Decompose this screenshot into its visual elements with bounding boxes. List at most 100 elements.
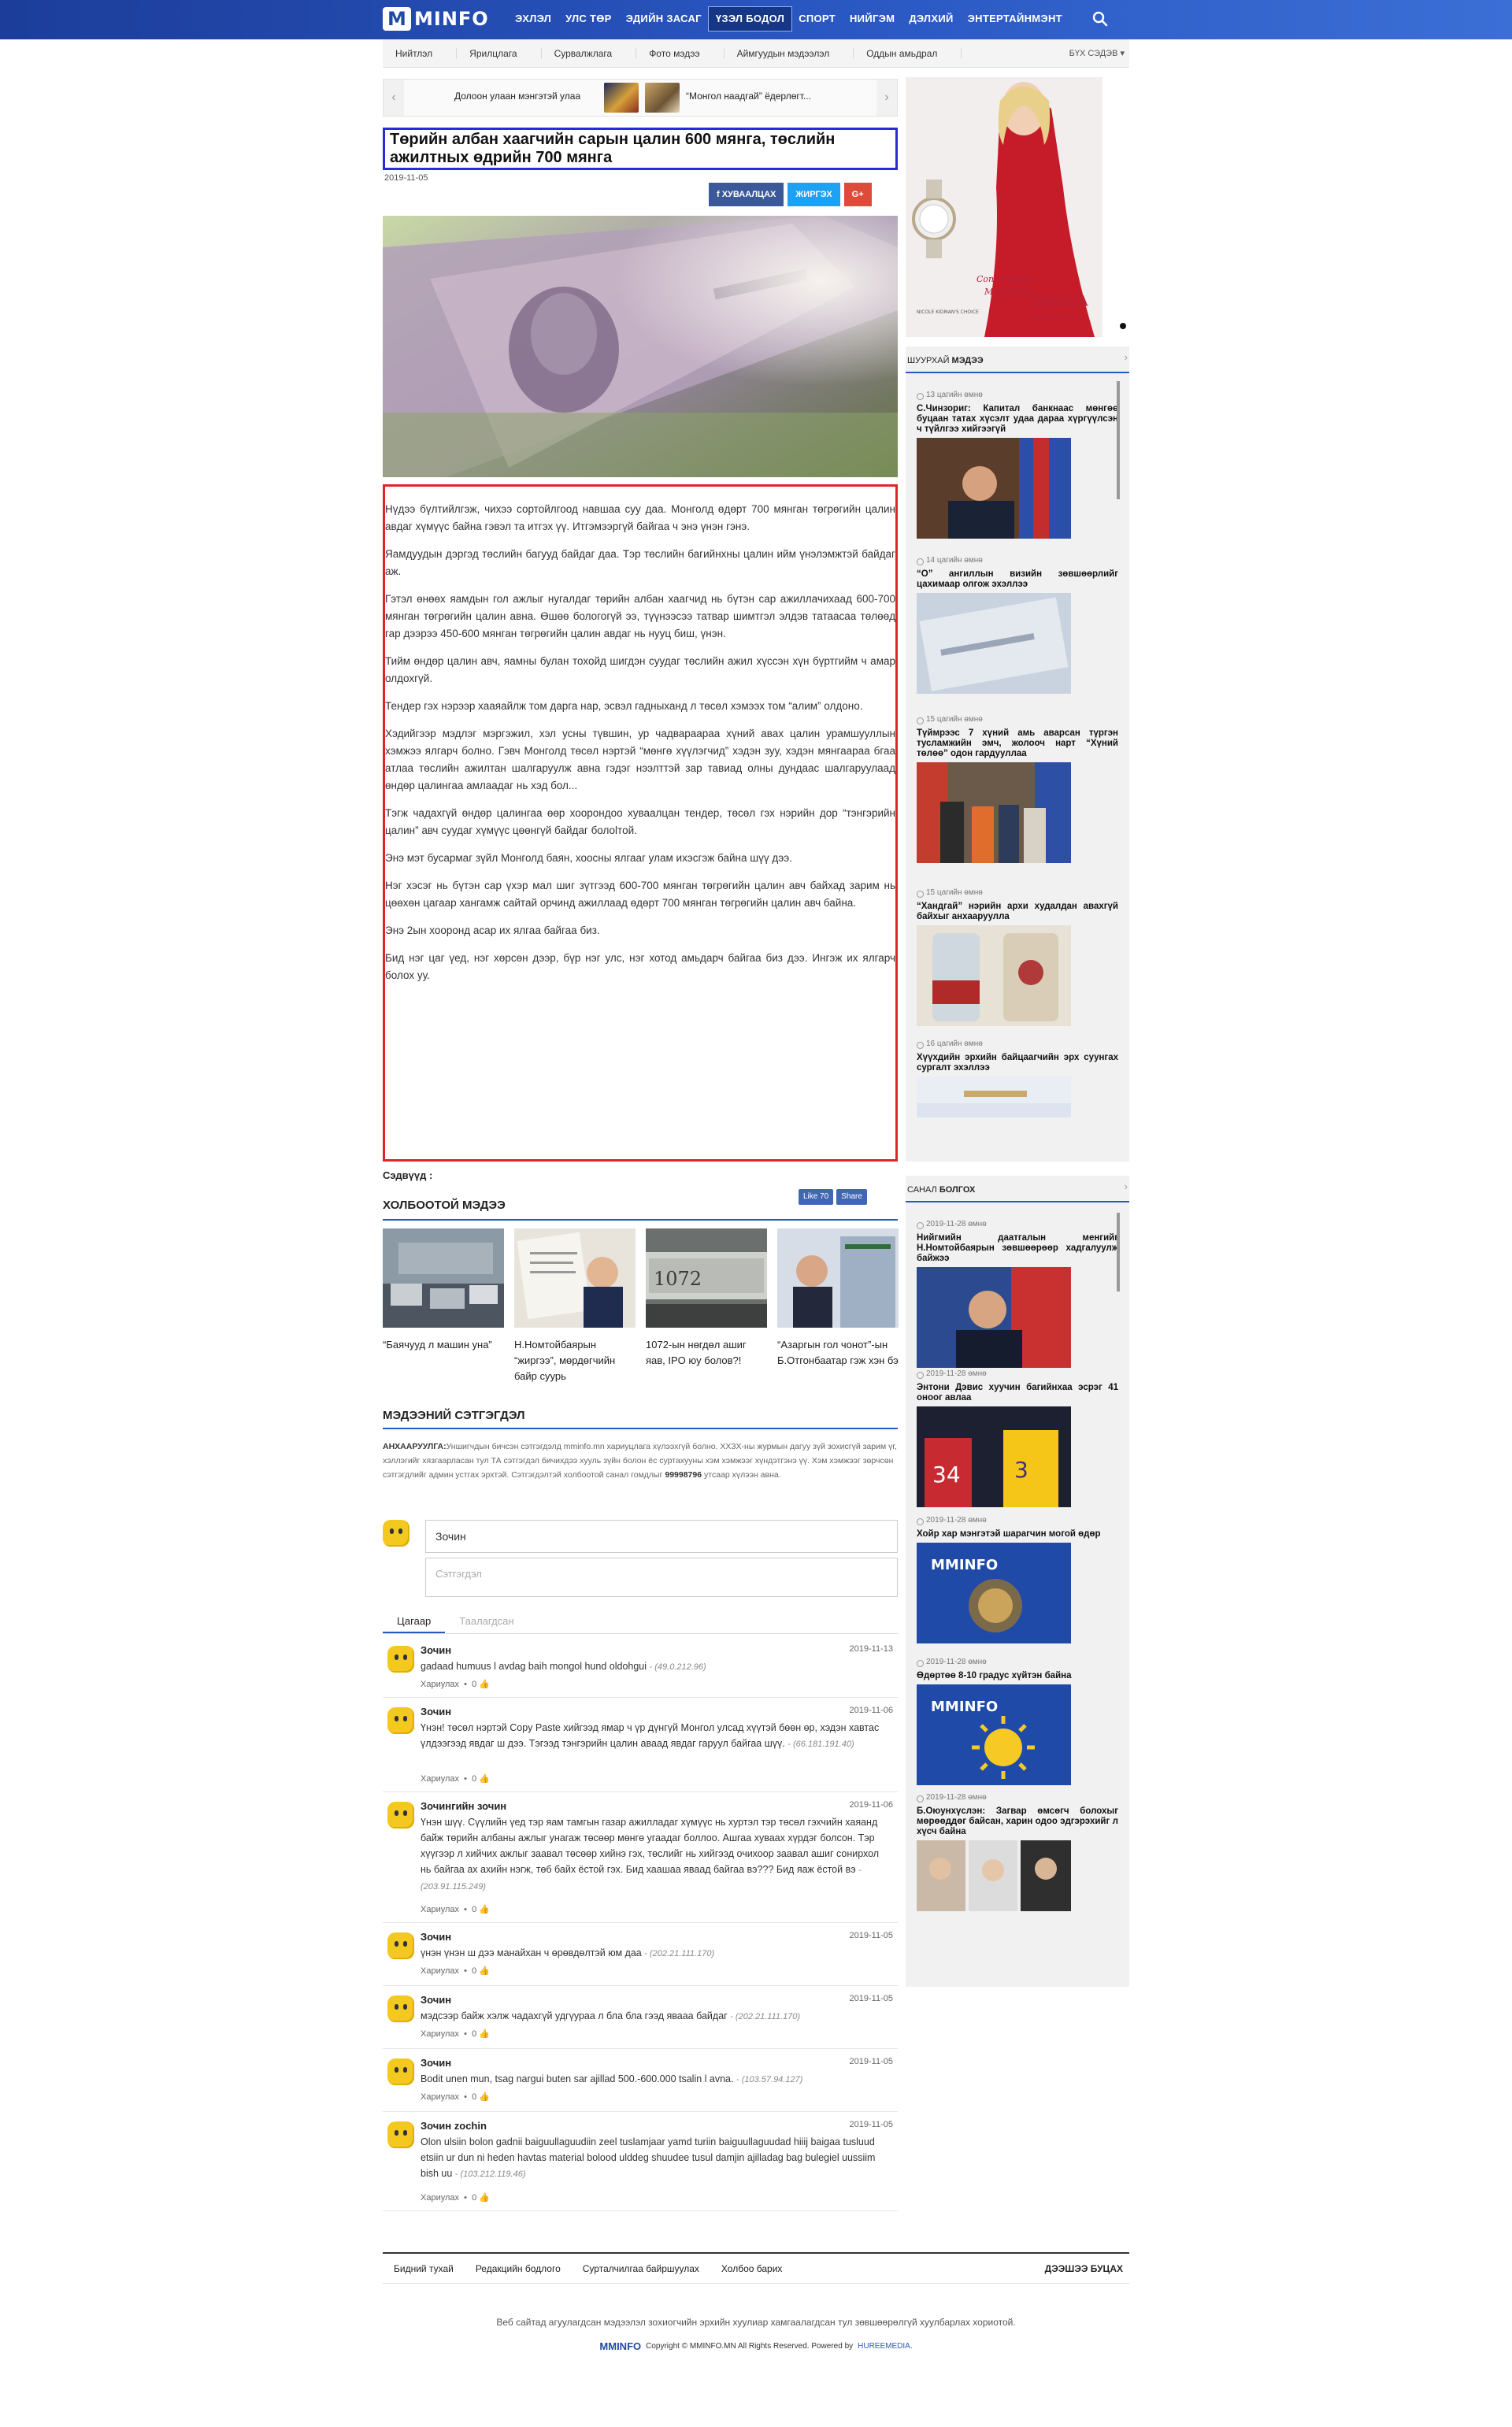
sidebar-news-item[interactable]: 14 цагийн өмнө “О” ангиллын визийн зөвшө… xyxy=(917,556,1118,694)
thumbs-up-icon[interactable]: 👍 xyxy=(479,1905,490,1914)
reply-link[interactable]: Хариулах xyxy=(421,1966,459,1976)
news-thumbnail[interactable]: MMINFO xyxy=(917,1543,1071,1643)
related-card-caption[interactable]: “Азаргын гол чонот”-ын Б.Отгонбаатар гэж… xyxy=(777,1337,899,1369)
ticker-thumbnail-1[interactable] xyxy=(604,83,639,113)
news-title[interactable]: “О” ангиллын визийн зөвшөөрлийг цахимаар… xyxy=(917,569,1118,590)
news-title[interactable]: Хүүхдийн эрхийн байцаагчийн эрх суунгах … xyxy=(917,1053,1118,1073)
footer-link-editorial-policy[interactable]: Редакцийн бодлого xyxy=(476,2263,561,2274)
twitter-share-button[interactable]: ЖИРГЭХ xyxy=(788,183,840,206)
article-paragraph: Энэ мэт бусармаг зүйл Монголд баян, хоос… xyxy=(385,852,792,864)
sidebar-news-item[interactable]: 2019-11-28 өмнө Энтони Дэвис хуучин баги… xyxy=(917,1369,1118,1507)
powered-by-link[interactable]: HUREEMEDIA. xyxy=(858,2342,912,2351)
back-to-top-button[interactable]: ДЭЭШЭЭ БУЦАХ xyxy=(1045,2263,1123,2274)
footer-link-advertising[interactable]: Сурталчилгаа байршуулах xyxy=(583,2263,699,2274)
breaking-news-scrollbar[interactable] xyxy=(1117,381,1120,499)
related-card-image[interactable]: 1072 xyxy=(646,1228,767,1328)
related-card[interactable]: 1072 1072-ын нөгдөл ашиг яав, IPO юу бол… xyxy=(646,1228,767,1384)
related-card-caption[interactable]: 1072-ын нөгдөл ашиг яав, IPO юу болов?! xyxy=(646,1337,767,1369)
ticker-item-1[interactable]: Долоон улаан мэнгэтэй улаан... xyxy=(454,91,580,102)
sidebar-news-item[interactable]: 2019-11-28 өмнө Өдөртөө 8-10 градус хүйт… xyxy=(917,1658,1118,1785)
related-card-image[interactable] xyxy=(777,1228,899,1328)
related-card-caption[interactable]: “Баячууд л машин уна” xyxy=(383,1337,504,1353)
subnav-item-reports[interactable]: Сурвалжлага xyxy=(542,47,637,59)
subnav-item-interviews[interactable]: Ярилцлага xyxy=(457,47,542,59)
news-title[interactable]: Түймрээс 7 хүний амь аварсан түргэн тусл… xyxy=(917,728,1118,759)
poll-scrollbar[interactable] xyxy=(1117,1213,1120,1291)
related-card[interactable]: Н.Номтойбаярын “жиргээ”, мөрдөгчийн байр… xyxy=(514,1228,636,1384)
nav-item-politics[interactable]: УЛС ТӨР xyxy=(558,7,619,31)
reply-link[interactable]: Хариулах xyxy=(421,2029,459,2039)
comment-text-field[interactable]: Сэтгэгдэл xyxy=(425,1558,898,1597)
related-card[interactable]: “Азаргын гол чонот”-ын Б.Отгонбаатар гэж… xyxy=(777,1228,899,1384)
news-title[interactable]: Хойр хар мэнгэтэй шарагчин могой өдөр xyxy=(917,1529,1118,1540)
facebook-like-button[interactable]: Like 70 xyxy=(799,1189,834,1205)
news-thumbnail[interactable] xyxy=(917,925,1071,1026)
news-thumbnail[interactable] xyxy=(917,1267,1071,1368)
news-title[interactable]: С.Чинзориг: Капитал банкнаас мөнгөө буца… xyxy=(917,404,1118,435)
facebook-share-small-button[interactable]: Share xyxy=(836,1189,867,1205)
comment-name-field[interactable]: Зочин xyxy=(425,1520,898,1553)
reply-link[interactable]: Хариулах xyxy=(421,1905,459,1914)
sidebar-advertisement[interactable]: Constellation Manhattan OMEGA DISCOVER M… xyxy=(906,77,1129,337)
sidebar-news-item[interactable]: 2019-11-28 өмнө Б.Оюунхүслэн: Загвар өмс… xyxy=(917,1793,1118,1911)
search-icon[interactable] xyxy=(1091,9,1110,28)
ticker-prev-button[interactable]: ‹ xyxy=(384,80,404,116)
sidebar-news-item[interactable]: 15 цагийн өмнө Түймрээс 7 хүний амь авар… xyxy=(917,715,1118,863)
related-card[interactable]: “Баячууд л машин уна” xyxy=(383,1228,504,1384)
ticker-next-button[interactable]: › xyxy=(876,80,897,116)
subnav-item-celebrity[interactable]: Оддын амьдрал xyxy=(854,47,962,59)
ticker-item-2[interactable]: “Монгол наадгай” ёдерлөгт... xyxy=(686,91,811,102)
reply-link[interactable]: Хариулах xyxy=(421,1680,459,1689)
nav-item-opinion[interactable]: ҮЗЭЛ БОДОЛ xyxy=(707,6,793,31)
subnav-item-articles[interactable]: Нийтлэл xyxy=(383,47,458,59)
google-share-button[interactable]: G+ xyxy=(843,183,872,206)
ticker-thumbnail-2[interactable] xyxy=(645,83,680,113)
news-thumbnail[interactable] xyxy=(917,438,1071,539)
news-title[interactable]: Б.Оюунхүслэн: Загвар өмсөгч болохыг мөрө… xyxy=(917,1806,1118,1837)
footer-link-contact[interactable]: Холбоо барих xyxy=(721,2263,782,2274)
news-thumbnail[interactable] xyxy=(917,1840,1071,1911)
sidebar-news-item[interactable]: 16 цагийн өмнө Хүүхдийн эрхийн байцаагчи… xyxy=(917,1039,1118,1117)
news-title[interactable]: Энтони Дэвис хуучин багийнхаа эсрэг 41 о… xyxy=(917,1383,1118,1403)
news-thumbnail[interactable]: 34 3 xyxy=(917,1406,1071,1507)
tab-by-popular[interactable]: Таалагдсан xyxy=(445,1610,528,1633)
all-topics-dropdown[interactable]: БҮХ СЭДЭВ ▾ xyxy=(1069,48,1125,58)
thumbs-up-icon[interactable]: 👍 xyxy=(479,1966,490,1976)
footer-link-about[interactable]: Бидний тухай xyxy=(394,2263,454,2274)
thumbs-up-icon[interactable]: 👍 xyxy=(479,2029,490,2039)
facebook-share-button[interactable]: f ХУВААЛЦАХ xyxy=(709,183,784,206)
sidebar-news-item[interactable]: 2019-11-28 өмнө Нийгмийн даатгалын менги… xyxy=(917,1220,1118,1368)
sidebar-news-item[interactable]: 13 цагийн өмнө С.Чинзориг: Капитал банкн… xyxy=(917,391,1118,539)
sidebar-news-item[interactable]: 2019-11-28 өмнө Хойр хар мэнгэтэй шарагч… xyxy=(917,1516,1118,1643)
news-thumbnail[interactable] xyxy=(917,593,1071,694)
tab-by-time[interactable]: Цагаар xyxy=(383,1610,446,1633)
nav-item-sport[interactable]: СПОРТ xyxy=(791,7,843,31)
nav-item-economy[interactable]: ЭДИЙН ЗАСАГ xyxy=(619,7,709,31)
nav-item-home[interactable]: ЭХЛЭЛ xyxy=(508,7,558,31)
chevron-right-icon[interactable]: › xyxy=(1125,1180,1128,1192)
subnav-item-photo-news[interactable]: Фото мэдээ xyxy=(636,47,724,59)
thumbs-up-icon[interactable]: 👍 xyxy=(479,2092,490,2102)
nav-item-entertainment[interactable]: ЭНТЕРТАЙНМЭНТ xyxy=(961,7,1069,31)
related-card-image[interactable] xyxy=(514,1228,636,1328)
reply-link[interactable]: Хариулах xyxy=(421,1774,459,1784)
reply-link[interactable]: Хариулах xyxy=(421,2193,459,2203)
subnav-item-provinces[interactable]: Аймгуудын мэдээлэл xyxy=(724,47,854,59)
news-thumbnail[interactable]: MMINFO xyxy=(917,1684,1071,1785)
related-card-image[interactable] xyxy=(383,1228,504,1328)
news-thumbnail[interactable] xyxy=(917,762,1071,863)
thumbs-up-icon[interactable]: 👍 xyxy=(479,1774,490,1784)
reply-link[interactable]: Хариулах xyxy=(421,2092,459,2102)
nav-item-world[interactable]: ДЭЛХИЙ xyxy=(902,7,960,31)
nav-item-society[interactable]: НИЙГЭМ xyxy=(843,7,902,31)
chevron-right-icon[interactable]: › xyxy=(1125,351,1128,363)
news-thumbnail[interactable] xyxy=(917,1076,1071,1117)
thumbs-up-icon[interactable]: 👍 xyxy=(479,1680,490,1689)
related-card-caption[interactable]: Н.Номтойбаярын “жиргээ”, мөрдөгчийн байр… xyxy=(514,1337,636,1384)
site-logo[interactable]: M MINFO xyxy=(383,6,489,32)
news-title[interactable]: Нийгмийн даатгалын менгийг Н.Номтойбаяры… xyxy=(917,1233,1118,1264)
news-title[interactable]: “Хандгай” нэрийн архи худалдан авахгүй б… xyxy=(917,902,1118,922)
news-title[interactable]: Өдөртөө 8-10 градус хүйтэн байна xyxy=(917,1671,1118,1681)
thumbs-up-icon[interactable]: 👍 xyxy=(479,2193,490,2203)
sidebar-news-item[interactable]: 15 цагийн өмнө “Хандгай” нэрийн архи худ… xyxy=(917,888,1118,1026)
